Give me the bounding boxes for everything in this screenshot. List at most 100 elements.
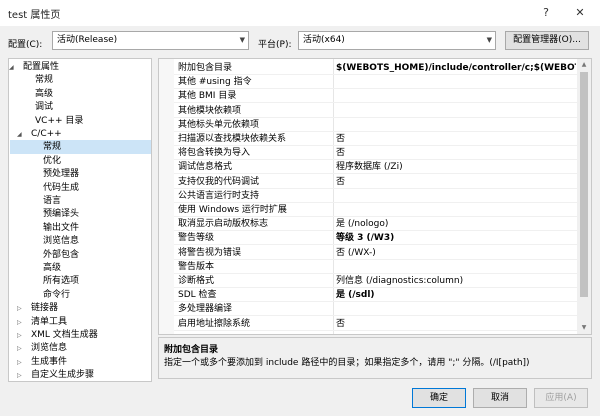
property-row[interactable]: 将包含转换为导入 否: [174, 146, 577, 160]
property-value[interactable]: [336, 104, 576, 118]
description-panel: 附加包含目录 指定一个或多个要添加到 include 路径中的目录；如果指定多个…: [158, 337, 592, 379]
property-name: 使用 Windows 运行时扩展: [178, 205, 287, 215]
property-name: 公共语言运行时支持: [178, 191, 260, 201]
tree-item[interactable]: XML 文档生成器: [31, 329, 98, 342]
property-value[interactable]: [336, 203, 576, 217]
property-value[interactable]: 否: [336, 317, 576, 331]
tree-item[interactable]: 浏览信息: [43, 235, 79, 248]
ok-button[interactable]: 确定: [412, 388, 466, 408]
property-row[interactable]: 其他标头单元依赖项: [174, 118, 577, 132]
tree-scrollbar[interactable]: [151, 59, 152, 381]
collapsed-arrow-icon[interactable]: ▷: [17, 316, 25, 329]
tree-selection-highlight: [10, 140, 151, 154]
tree-item[interactable]: 常规: [35, 74, 53, 87]
cancel-button[interactable]: 取消: [473, 388, 527, 408]
configuration-select[interactable]: 活动(Release) ▼: [52, 31, 249, 50]
property-value[interactable]: [336, 260, 576, 274]
property-value[interactable]: 列信息 (/diagnostics:column): [336, 274, 576, 288]
tree-item[interactable]: 配置属性: [23, 61, 59, 74]
tree-item[interactable]: VC++ 目录: [35, 115, 83, 128]
tree-item[interactable]: 预处理器: [43, 168, 79, 181]
property-row[interactable]: 附加包含目录 $(WEBOTS_HOME)/include/controller/…: [174, 61, 577, 75]
property-row[interactable]: 启用地址擦除系统 否: [174, 317, 577, 331]
grid-scrollbar[interactable]: ▲ ▼: [577, 59, 591, 334]
property-row[interactable]: 扫描源以查找模块依赖关系 否: [174, 132, 577, 146]
property-name: 附加包含目录: [178, 63, 233, 73]
grid-gutter: [159, 59, 174, 334]
property-row[interactable]: 取消显示启动版权标志 是 (/nologo): [174, 217, 577, 231]
tree-item[interactable]: 常规: [43, 141, 61, 154]
property-value[interactable]: 否: [336, 132, 576, 146]
property-value[interactable]: 是 (/nologo): [336, 217, 576, 231]
property-name: 将警告视为错误: [178, 248, 242, 258]
scroll-down-icon[interactable]: ▼: [577, 322, 591, 334]
property-value[interactable]: [336, 118, 576, 132]
property-value[interactable]: [336, 189, 576, 203]
property-row[interactable]: 公共语言运行时支持: [174, 189, 577, 203]
apply-button[interactable]: 应用(A): [534, 388, 588, 408]
collapsed-arrow-icon[interactable]: ▷: [17, 329, 25, 342]
tree-item[interactable]: 浏览信息: [31, 342, 67, 355]
tree-item[interactable]: 生成事件: [31, 356, 67, 369]
help-button[interactable]: ?: [532, 3, 560, 23]
property-row[interactable]: 其他模块依赖项: [174, 104, 577, 118]
scroll-up-icon[interactable]: ▲: [577, 59, 591, 71]
property-row[interactable]: 警告版本: [174, 260, 577, 274]
tree-item[interactable]: 所有选项: [43, 275, 79, 288]
tree-item[interactable]: 优化: [43, 155, 61, 168]
property-value[interactable]: [336, 89, 576, 103]
expanded-arrow-icon[interactable]: ◢: [9, 61, 17, 74]
property-value[interactable]: 程序数据库 (/Zi): [336, 160, 576, 174]
property-value[interactable]: 否 (/WX-): [336, 246, 576, 260]
property-tree[interactable]: ◢ 配置属性 常规 高级 调试 VC++ 目录 ◢ C/C++ 常规 优化 预处理器 代码生成 语言 预编…: [8, 58, 152, 382]
collapsed-arrow-icon[interactable]: ▷: [17, 302, 25, 315]
collapsed-arrow-icon[interactable]: ▷: [17, 342, 25, 355]
configuration-label: 配置(C):: [8, 40, 43, 50]
tree-item[interactable]: 语言: [43, 195, 61, 208]
tree-item[interactable]: 高级: [43, 262, 61, 275]
tree-item[interactable]: 高级: [35, 88, 53, 101]
property-row[interactable]: 调试信息格式 程序数据库 (/Zi): [174, 160, 577, 174]
platform-value: 活动(x64): [303, 35, 345, 45]
tree-item[interactable]: 调试: [35, 101, 53, 114]
tree-item[interactable]: 外部包含: [43, 249, 79, 262]
collapsed-arrow-icon[interactable]: ▷: [17, 369, 25, 381]
row-separator: [174, 173, 577, 174]
property-row[interactable]: 其他 BMI 目录: [174, 89, 577, 103]
platform-select[interactable]: 活动(x64) ▼: [298, 31, 496, 50]
grid-scrollbar-thumb[interactable]: [580, 72, 588, 297]
configuration-manager-button[interactable]: 配置管理器(O)...: [505, 31, 589, 50]
tree-item[interactable]: 输出文件: [43, 222, 79, 235]
property-name: 扫描源以查找模块依赖关系: [178, 134, 287, 144]
property-row[interactable]: 将警告视为错误 否 (/WX-): [174, 246, 577, 260]
property-row[interactable]: 诊断格式 列信息 (/diagnostics:column): [174, 274, 577, 288]
property-value[interactable]: 否: [336, 175, 576, 189]
tree-item[interactable]: 代码生成: [43, 182, 79, 195]
property-name: 警告版本: [178, 262, 215, 272]
property-row[interactable]: 多处理器编译: [174, 302, 577, 316]
row-separator: [174, 330, 577, 331]
tree-item[interactable]: 链接器: [31, 302, 58, 315]
property-value[interactable]: $(WEBOTS_HOME)/include/controller/c;$(WE…: [336, 61, 576, 75]
property-row[interactable]: 警告等级 等级 3 (/W3): [174, 231, 577, 245]
property-value[interactable]: [336, 302, 576, 316]
property-row[interactable]: 支持仅我的代码调试 否: [174, 175, 577, 189]
tree-item[interactable]: 清单工具: [31, 316, 67, 329]
property-row[interactable]: 使用 Windows 运行时扩展: [174, 203, 577, 217]
property-value[interactable]: 否: [336, 146, 576, 160]
property-grid[interactable]: 附加包含目录 $(WEBOTS_HOME)/include/controller/…: [158, 58, 592, 335]
property-row[interactable]: SDL 检查 是 (/sdl): [174, 288, 577, 302]
tree-item[interactable]: 预编译头: [43, 208, 79, 221]
tree-item[interactable]: 自定义生成步骤: [31, 369, 94, 381]
collapsed-arrow-icon[interactable]: ▷: [17, 356, 25, 369]
property-name: 多处理器编译: [178, 304, 233, 314]
property-row[interactable]: 其他 #using 指令: [174, 75, 577, 89]
title-bar: test 属性页 ? ✕: [0, 0, 600, 26]
property-value[interactable]: 是 (/sdl): [336, 288, 576, 302]
tree-item[interactable]: 命令行: [43, 289, 70, 302]
property-value[interactable]: 等级 3 (/W3): [336, 231, 576, 245]
property-name: 警告等级: [178, 233, 215, 243]
close-button[interactable]: ✕: [566, 3, 594, 23]
platform-label: 平台(P):: [258, 40, 292, 50]
property-value[interactable]: [336, 75, 576, 89]
